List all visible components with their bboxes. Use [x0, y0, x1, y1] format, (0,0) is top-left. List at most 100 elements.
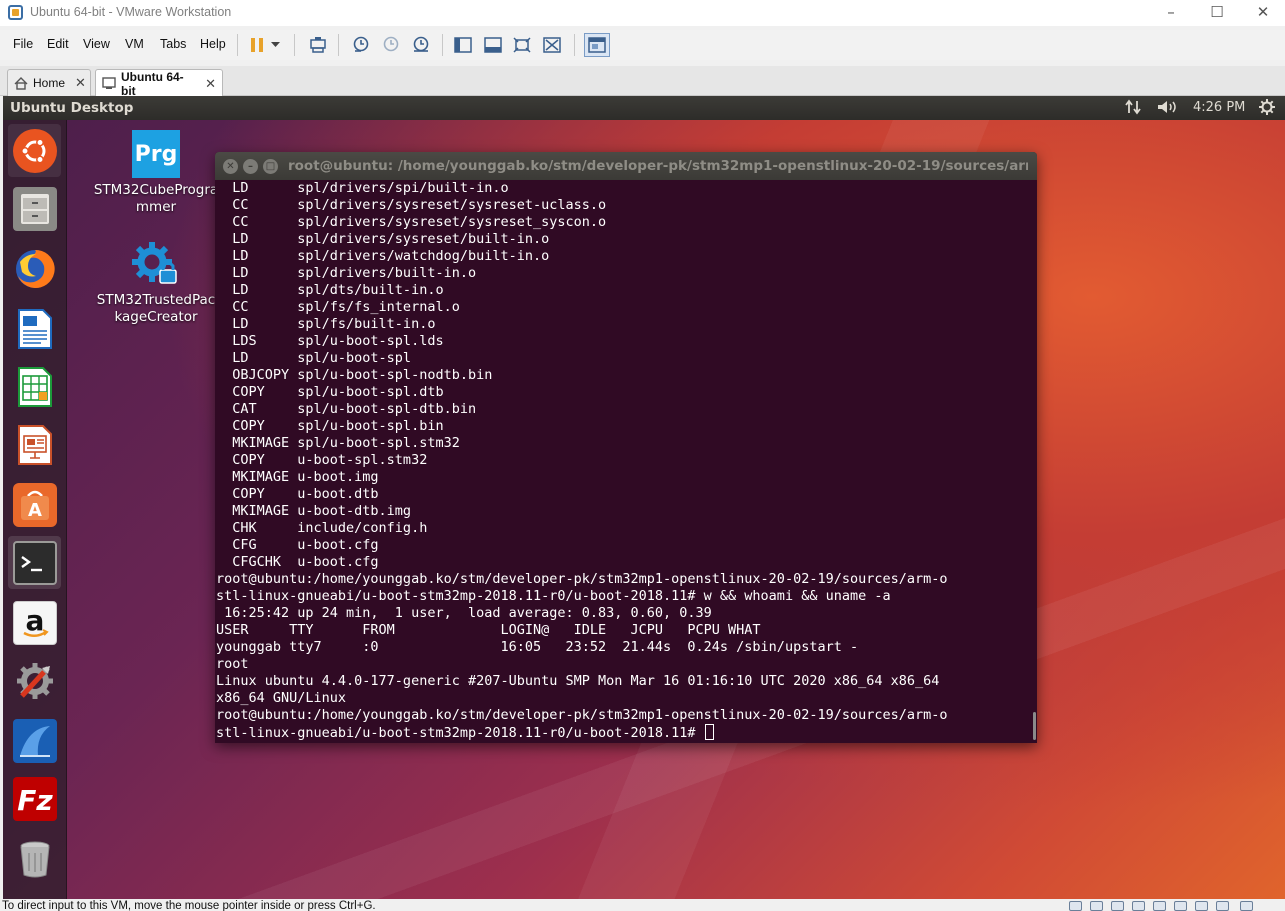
terminal-line: USER TTY FROM LOGIN@ IDLE JCPU PCPU WHAT: [216, 622, 1032, 639]
full-screen-icon[interactable]: [511, 35, 533, 55]
terminal-line-text: COPY spl/u-boot-spl.dtb: [216, 384, 444, 400]
terminal-line-text: USER TTY FROM LOGIN@ IDLE JCPU PCPU WHAT: [216, 622, 761, 638]
launcher-firefox-icon[interactable]: [8, 242, 61, 295]
menu-vm[interactable]: VM: [125, 37, 144, 51]
launcher-system-settings-icon[interactable]: [8, 654, 61, 707]
terminal-line-text: LD spl/u-boot-spl: [216, 350, 412, 366]
volume-icon[interactable]: [1157, 99, 1179, 119]
terminal-line-text: COPY spl/u-boot-spl.bin: [216, 418, 444, 434]
network-icon[interactable]: [1125, 99, 1141, 119]
console-view-icon[interactable]: [541, 35, 563, 55]
launcher-calc-icon[interactable]: [8, 360, 61, 413]
terminal-line: CFGCHK u-boot.cfg: [216, 554, 1032, 571]
system-gear-icon[interactable]: [1259, 99, 1275, 119]
terminal-line: CAT spl/u-boot-spl-dtb.bin: [216, 401, 1032, 418]
terminal-minimize-icon[interactable]: –: [243, 159, 258, 174]
tab-close-icon[interactable]: ✕: [75, 75, 86, 91]
window-title: Ubuntu 64-bit - VMware Workstation: [30, 5, 232, 19]
terminal-line: COPY u-boot-spl.stm32: [216, 452, 1032, 469]
desktop-stm32trustedpackagecreator[interactable]: STM32TrustedPackageCreator: [91, 240, 221, 326]
terminal-line-text: stl-linux-gnueabi/u-boot-stm32mp-2018.11…: [216, 725, 704, 741]
svg-text:A: A: [28, 500, 42, 521]
terminal-line: LD spl/drivers/spi/built-in.o: [216, 180, 1032, 197]
toolbar-separator: [442, 34, 443, 56]
message-log-icon[interactable]: [1240, 901, 1253, 911]
terminal-line: LD spl/dts/built-in.o: [216, 282, 1032, 299]
snapshot-revert-icon[interactable]: [380, 35, 402, 55]
terminal-line: COPY u-boot.dtb: [216, 486, 1032, 503]
terminal-close-icon[interactable]: ✕: [223, 159, 238, 174]
terminal-line-text: CC spl/drivers/sysreset/sysreset-uclass.…: [216, 197, 607, 213]
tab-ubuntu-64-bit[interactable]: Ubuntu 64-bit ✕: [95, 69, 223, 98]
vm-icon: [102, 77, 116, 91]
desktop-stm32cubeprogrammer[interactable]: Prg STM32CubeProgrammer: [91, 130, 221, 216]
maximize-button[interactable]: ☐: [1194, 0, 1240, 26]
launcher-dash-ubuntu-icon[interactable]: [8, 124, 61, 177]
terminal-line: MKIMAGE u-boot-dtb.img: [216, 503, 1032, 520]
desktop-icon-label: STM32TrustedPackageCreator: [96, 292, 216, 325]
show-library-icon[interactable]: [452, 35, 474, 55]
usb-device-icon[interactable]: [1216, 901, 1229, 911]
terminal-line-text: LD spl/drivers/watchdog/built-in.o: [216, 248, 550, 264]
launcher-filezilla-icon[interactable]: Fz: [8, 772, 61, 825]
display-icon[interactable]: [1195, 901, 1208, 911]
cd-dvd-icon[interactable]: [1090, 901, 1103, 911]
pause-icon[interactable]: [246, 35, 268, 55]
launcher-trash-icon[interactable]: [8, 832, 61, 885]
panel-clock[interactable]: 4:26 PM: [1193, 100, 1245, 115]
launcher-wireshark-icon[interactable]: [8, 714, 61, 767]
hard-disk-icon[interactable]: [1069, 901, 1082, 911]
usb-controller-icon[interactable]: [1132, 901, 1145, 911]
terminal-cursor: [704, 724, 714, 740]
close-button[interactable]: ✕: [1240, 0, 1285, 26]
unity-view-icon[interactable]: [584, 33, 610, 57]
ubuntu-launcher: A a Fz: [3, 120, 67, 899]
snapshot-take-icon[interactable]: [350, 35, 372, 55]
terminal-scrollbar[interactable]: [1033, 712, 1036, 740]
menu-bar: File Edit View VM Tabs Help: [0, 30, 1285, 60]
printer-icon[interactable]: [1174, 901, 1187, 911]
terminal-line-text: root@ubuntu:/home/younggab.ko/stm/develo…: [216, 707, 948, 723]
terminal-line-text: CHK include/config.h: [216, 520, 428, 536]
terminal-line: root: [216, 656, 1032, 673]
minimize-button[interactable]: –: [1148, 0, 1194, 26]
thumbnail-bar-icon[interactable]: [482, 35, 504, 55]
terminal-output[interactable]: LD spl/drivers/spi/built-in.o CC spl/dri…: [216, 179, 1032, 743]
launcher-impress-icon[interactable]: [8, 418, 61, 471]
menu-edit[interactable]: Edit: [47, 37, 69, 51]
pause-dropdown-chevron-down-icon[interactable]: [268, 35, 282, 55]
terminal-line-text: CC spl/fs/fs_internal.o: [216, 299, 460, 315]
terminal-line: stl-linux-gnueabi/u-boot-stm32mp-2018.11…: [216, 588, 1032, 605]
sound-card-icon[interactable]: [1153, 901, 1166, 911]
launcher-amazon-icon[interactable]: a: [8, 596, 61, 649]
snapshot-manager-icon[interactable]: [410, 35, 432, 55]
tab-home[interactable]: Home ✕: [7, 69, 91, 96]
send-ctrl-alt-del-icon[interactable]: [307, 35, 329, 55]
tab-close-icon[interactable]: ✕: [205, 76, 216, 92]
terminal-line-text: COPY u-boot.dtb: [216, 486, 379, 502]
launcher-terminal-icon[interactable]: [8, 536, 61, 589]
menu-file[interactable]: File: [13, 37, 33, 51]
terminal-line-text: COPY u-boot-spl.stm32: [216, 452, 428, 468]
tab-label: Home: [33, 76, 66, 90]
terminal-line: CC spl/drivers/sysreset/sysreset-uclass.…: [216, 197, 1032, 214]
menu-tabs[interactable]: Tabs: [160, 37, 186, 51]
network-adapter-icon[interactable]: [1111, 901, 1124, 911]
toolbar-separator: [294, 34, 295, 56]
launcher-writer-icon[interactable]: [8, 302, 61, 355]
terminal-titlebar[interactable]: ✕ – □ root@ubuntu: /home/younggab.ko/stm…: [215, 152, 1037, 180]
launcher-files-icon[interactable]: [8, 182, 61, 235]
menu-help[interactable]: Help: [200, 37, 226, 51]
terminal-window[interactable]: ✕ – □ root@ubuntu: /home/younggab.ko/stm…: [215, 152, 1037, 743]
home-icon: [14, 76, 28, 90]
terminal-maximize-icon[interactable]: □: [263, 159, 278, 174]
terminal-line-text: LDS spl/u-boot-spl.lds: [216, 333, 444, 349]
terminal-line: LD spl/u-boot-spl: [216, 350, 1032, 367]
terminal-line-text: MKIMAGE u-boot.img: [216, 469, 379, 485]
terminal-line: CC spl/fs/fs_internal.o: [216, 299, 1032, 316]
menu-view[interactable]: View: [83, 37, 110, 51]
toolbar-separator: [338, 34, 339, 56]
vm-guest-display[interactable]: Ubuntu Desktop 4:26 PM A a Fz Prg STM32C…: [3, 96, 1285, 899]
launcher-software-center-icon[interactable]: A: [8, 478, 61, 531]
terminal-line: CHK include/config.h: [216, 520, 1032, 537]
